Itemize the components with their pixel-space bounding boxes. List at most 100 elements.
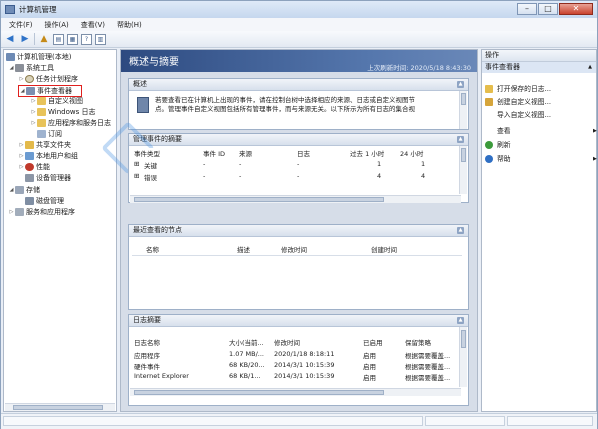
column-header[interactable]: 24 小时 (400, 148, 423, 158)
minimize-button[interactable]: – (517, 3, 537, 15)
column-header[interactable]: 创建时间 (371, 244, 397, 254)
up-folder-icon[interactable]: ▲ (38, 33, 50, 45)
blank-icon (485, 127, 493, 135)
column-header[interactable]: 名称 (146, 244, 159, 254)
column-header[interactable]: 已启用 (363, 337, 383, 347)
status-cell (425, 416, 505, 426)
action-view[interactable]: 查看 ▶ (485, 126, 597, 136)
expand-arrow-icon[interactable]: ▷ (18, 74, 25, 84)
tree-node-root[interactable]: 计算机管理(本地) (6, 52, 71, 62)
actions-section-event-viewer[interactable]: 事件查看器 ▲ (482, 62, 596, 73)
tree-node-local-users[interactable]: ▷ 本地用户和组 (18, 151, 78, 161)
action-open-saved-log[interactable]: 打开保存的日志... (485, 84, 551, 94)
action-help[interactable]: 帮助 ▶ (485, 154, 597, 164)
tree-node-windows-logs[interactable]: ▷ Windows 日志 (30, 107, 95, 117)
close-button[interactable]: ✕ (559, 3, 593, 15)
services-icon (15, 208, 24, 216)
admin-events-hscroll[interactable] (130, 195, 461, 203)
tree-node-performance[interactable]: ▷ 性能 (18, 162, 50, 172)
column-header[interactable]: 大小(当前... (229, 337, 264, 347)
column-header[interactable]: 事件 ID (203, 148, 225, 158)
computer-management-icon (5, 5, 15, 14)
log-summary-header[interactable]: 日志摘要 ▲ (129, 315, 468, 327)
scroll-thumb[interactable] (461, 330, 466, 348)
collapse-arrow-icon[interactable]: ◢ (19, 86, 26, 96)
tree-node-storage[interactable]: ◢ 存储 (8, 185, 40, 195)
expand-arrow-icon[interactable]: ▷ (8, 207, 15, 217)
expand-arrow-icon[interactable]: ▷ (18, 140, 25, 150)
maximize-button[interactable]: □ (538, 3, 558, 15)
collapse-arrow-icon[interactable]: ◢ (8, 185, 15, 195)
tree-node-disk-management[interactable]: 磁盘管理 (25, 196, 64, 206)
scroll-thumb[interactable] (461, 93, 466, 105)
last-refresh-time: 上次刷新时间: 2020/5/18 8:43:30 (367, 64, 471, 72)
title-bar[interactable]: 计算机管理 – □ ✕ (1, 1, 597, 18)
properties-icon[interactable]: ▦ (67, 33, 78, 45)
expand-row-icon[interactable]: ⊞ (134, 172, 139, 180)
tools-icon (15, 64, 24, 72)
tree-node-task-scheduler[interactable]: ▷ 任务计划程序 (18, 74, 78, 84)
menu-help[interactable]: 帮助(H) (117, 20, 142, 30)
show-action-pane-icon[interactable]: ▥ (95, 33, 106, 45)
recent-nodes-table: 名称 描述 修改时间 创建时间 (129, 237, 468, 311)
tree-node-device-manager[interactable]: 设备管理器 (25, 173, 71, 183)
refresh-icon (485, 141, 493, 149)
back-arrow-icon[interactable]: ◀ (4, 33, 16, 45)
collapse-arrow-icon[interactable]: ▲ (588, 62, 592, 73)
collapse-section-icon[interactable]: ▲ (457, 136, 464, 143)
admin-events-vscroll[interactable] (459, 146, 467, 194)
column-header[interactable]: 来源 (239, 148, 252, 158)
action-create-custom-view[interactable]: 创建自定义视图... (485, 97, 551, 107)
action-import-custom-view[interactable]: 导入自定义视图... (485, 110, 551, 120)
tree-node-subscriptions[interactable]: 订阅 (37, 129, 62, 139)
column-header[interactable]: 描述 (237, 244, 250, 254)
expand-arrow-icon[interactable]: ▷ (30, 107, 37, 117)
log-summary-vscroll[interactable] (459, 327, 467, 387)
recent-nodes-header[interactable]: 最近查看的节点 ▲ (129, 225, 468, 237)
overview-text-line2: 点。管理事件自定义视图包括所有管理事件，而与来源无关。以下所示为所有日志的集合视 (155, 105, 415, 113)
menu-view[interactable]: 查看(V) (81, 20, 105, 30)
column-header[interactable]: 修改时间 (274, 337, 300, 347)
scroll-thumb[interactable] (134, 390, 384, 395)
open-folder-icon (485, 85, 493, 93)
event-viewer-icon (26, 87, 35, 95)
column-header[interactable]: 日志名称 (134, 337, 160, 347)
status-cell (507, 416, 593, 426)
menu-action[interactable]: 操作(A) (45, 20, 69, 30)
log-summary-hscroll[interactable] (130, 388, 461, 396)
collapse-section-icon[interactable]: ▲ (457, 227, 464, 234)
main-pane: 概述与摘要 上次刷新时间: 2020/5/18 8:43:30 概述 ▲ 若要查… (120, 49, 478, 412)
overview-scrollbar[interactable] (459, 91, 467, 129)
tree-node-custom-views[interactable]: ▷ 自定义视图 (30, 96, 83, 106)
column-header[interactable]: 过去 1 小时 (350, 148, 384, 158)
performance-icon (25, 163, 34, 171)
help-icon[interactable]: ? (81, 33, 92, 45)
column-header[interactable]: 日志 (297, 148, 310, 158)
expand-arrow-icon[interactable]: ▷ (30, 118, 37, 128)
collapse-section-icon[interactable]: ▲ (457, 81, 464, 88)
scroll-thumb[interactable] (134, 197, 384, 202)
expand-arrow-icon[interactable]: ▷ (30, 96, 37, 106)
collapse-section-icon[interactable]: ▲ (457, 317, 464, 324)
menu-file[interactable]: 文件(F) (9, 20, 33, 30)
admin-events-section: 管理事件的摘要 ▲ 事件类型 事件 ID 来源 日志 过去 1 小时 24 小时… (128, 133, 469, 203)
forward-arrow-icon[interactable]: ▶ (19, 33, 31, 45)
computer-management-window: 计算机管理 – □ ✕ 文件(F) 操作(A) 查看(V) 帮助(H) ◀ ▶ … (0, 0, 598, 429)
column-header[interactable]: 保留策略 (405, 337, 431, 347)
collapse-arrow-icon[interactable]: ◢ (8, 63, 15, 73)
tree-node-system-tools[interactable]: ◢ 系统工具 (8, 63, 54, 73)
tree-horizontal-scrollbar[interactable] (5, 403, 115, 411)
scroll-thumb[interactable] (13, 405, 103, 410)
overview-header[interactable]: 概述 ▲ (129, 79, 468, 91)
action-refresh[interactable]: 刷新 (485, 140, 511, 150)
admin-events-header[interactable]: 管理事件的摘要 ▲ (129, 134, 468, 146)
tree-node-services-apps[interactable]: ▷ 服务和应用程序 (8, 207, 75, 217)
scroll-thumb[interactable] (461, 148, 466, 162)
tree-node-shared-folders[interactable]: ▷ 共享文件夹 (18, 140, 71, 150)
status-bar (1, 413, 597, 429)
tree-node-app-service-logs[interactable]: ▷ 应用程序和服务日志 (30, 118, 111, 128)
expand-arrow-icon[interactable]: ▷ (18, 151, 25, 161)
expand-arrow-icon[interactable]: ▷ (18, 162, 25, 172)
show-hide-tree-icon[interactable]: ▤ (53, 33, 64, 45)
column-header[interactable]: 修改时间 (281, 244, 307, 254)
